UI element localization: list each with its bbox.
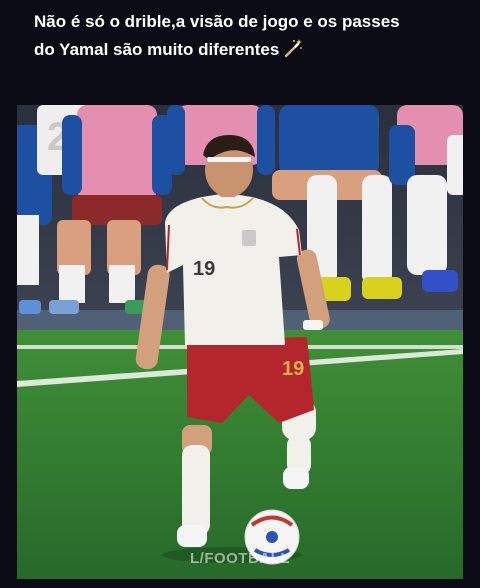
caption-line-1: Não é só o drible,a visão de jogo e os p… (34, 12, 400, 31)
video-frame-image: 2 19 19 (17, 105, 463, 579)
magic-wand-icon (285, 39, 303, 58)
video-player[interactable]: 2 19 19 L/FOOTBALL (17, 105, 463, 579)
shorts-number: 19 (282, 358, 304, 380)
caption-line-2: do Yamal são muito diferentes (34, 40, 280, 59)
jersey-number: 19 (193, 258, 215, 280)
watermark: L/FOOTBALL (190, 550, 290, 567)
post-caption: Não é só o drible,a visão de jogo e os p… (34, 8, 454, 64)
